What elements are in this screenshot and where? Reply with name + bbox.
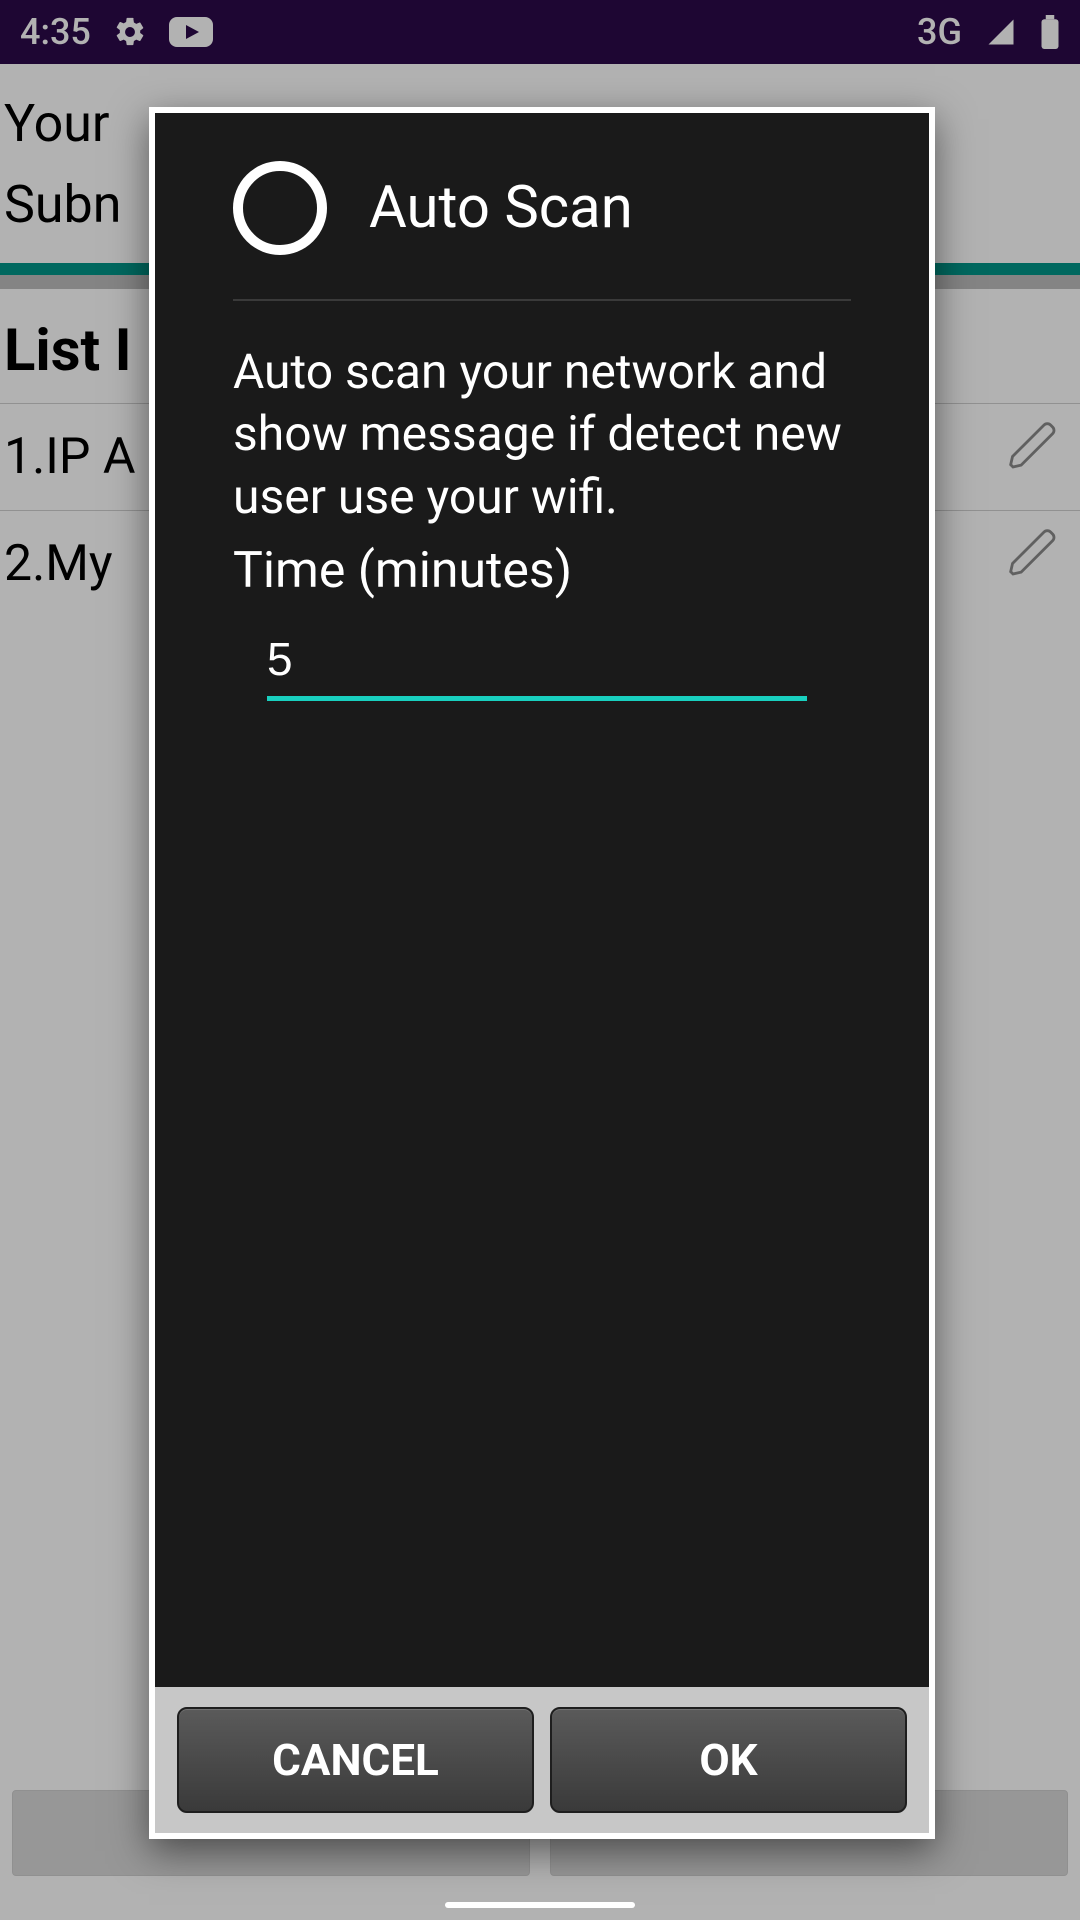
home-indicator[interactable] — [445, 1902, 635, 1908]
time-input[interactable] — [267, 632, 807, 701]
ok-button-label: OK — [699, 1734, 757, 1786]
auto-scan-dialog: Auto Scan Auto scan your network and sho… — [149, 107, 935, 1839]
dialog-description: Auto scan your network and show message … — [233, 341, 851, 528]
circle-outline-icon — [233, 161, 327, 255]
dialog-title-row: Auto Scan — [233, 143, 851, 299]
ok-button[interactable]: OK — [550, 1707, 907, 1813]
dialog-divider — [233, 299, 851, 301]
dialog-title: Auto Scan — [369, 174, 633, 242]
dialog-button-bar: CANCEL OK — [149, 1687, 935, 1839]
time-label: Time (minutes) — [233, 542, 851, 600]
time-input-wrap — [233, 632, 851, 701]
dialog-body: Auto Scan Auto scan your network and sho… — [149, 107, 935, 1687]
cancel-button-label: CANCEL — [272, 1734, 439, 1786]
cancel-button[interactable]: CANCEL — [177, 1707, 534, 1813]
